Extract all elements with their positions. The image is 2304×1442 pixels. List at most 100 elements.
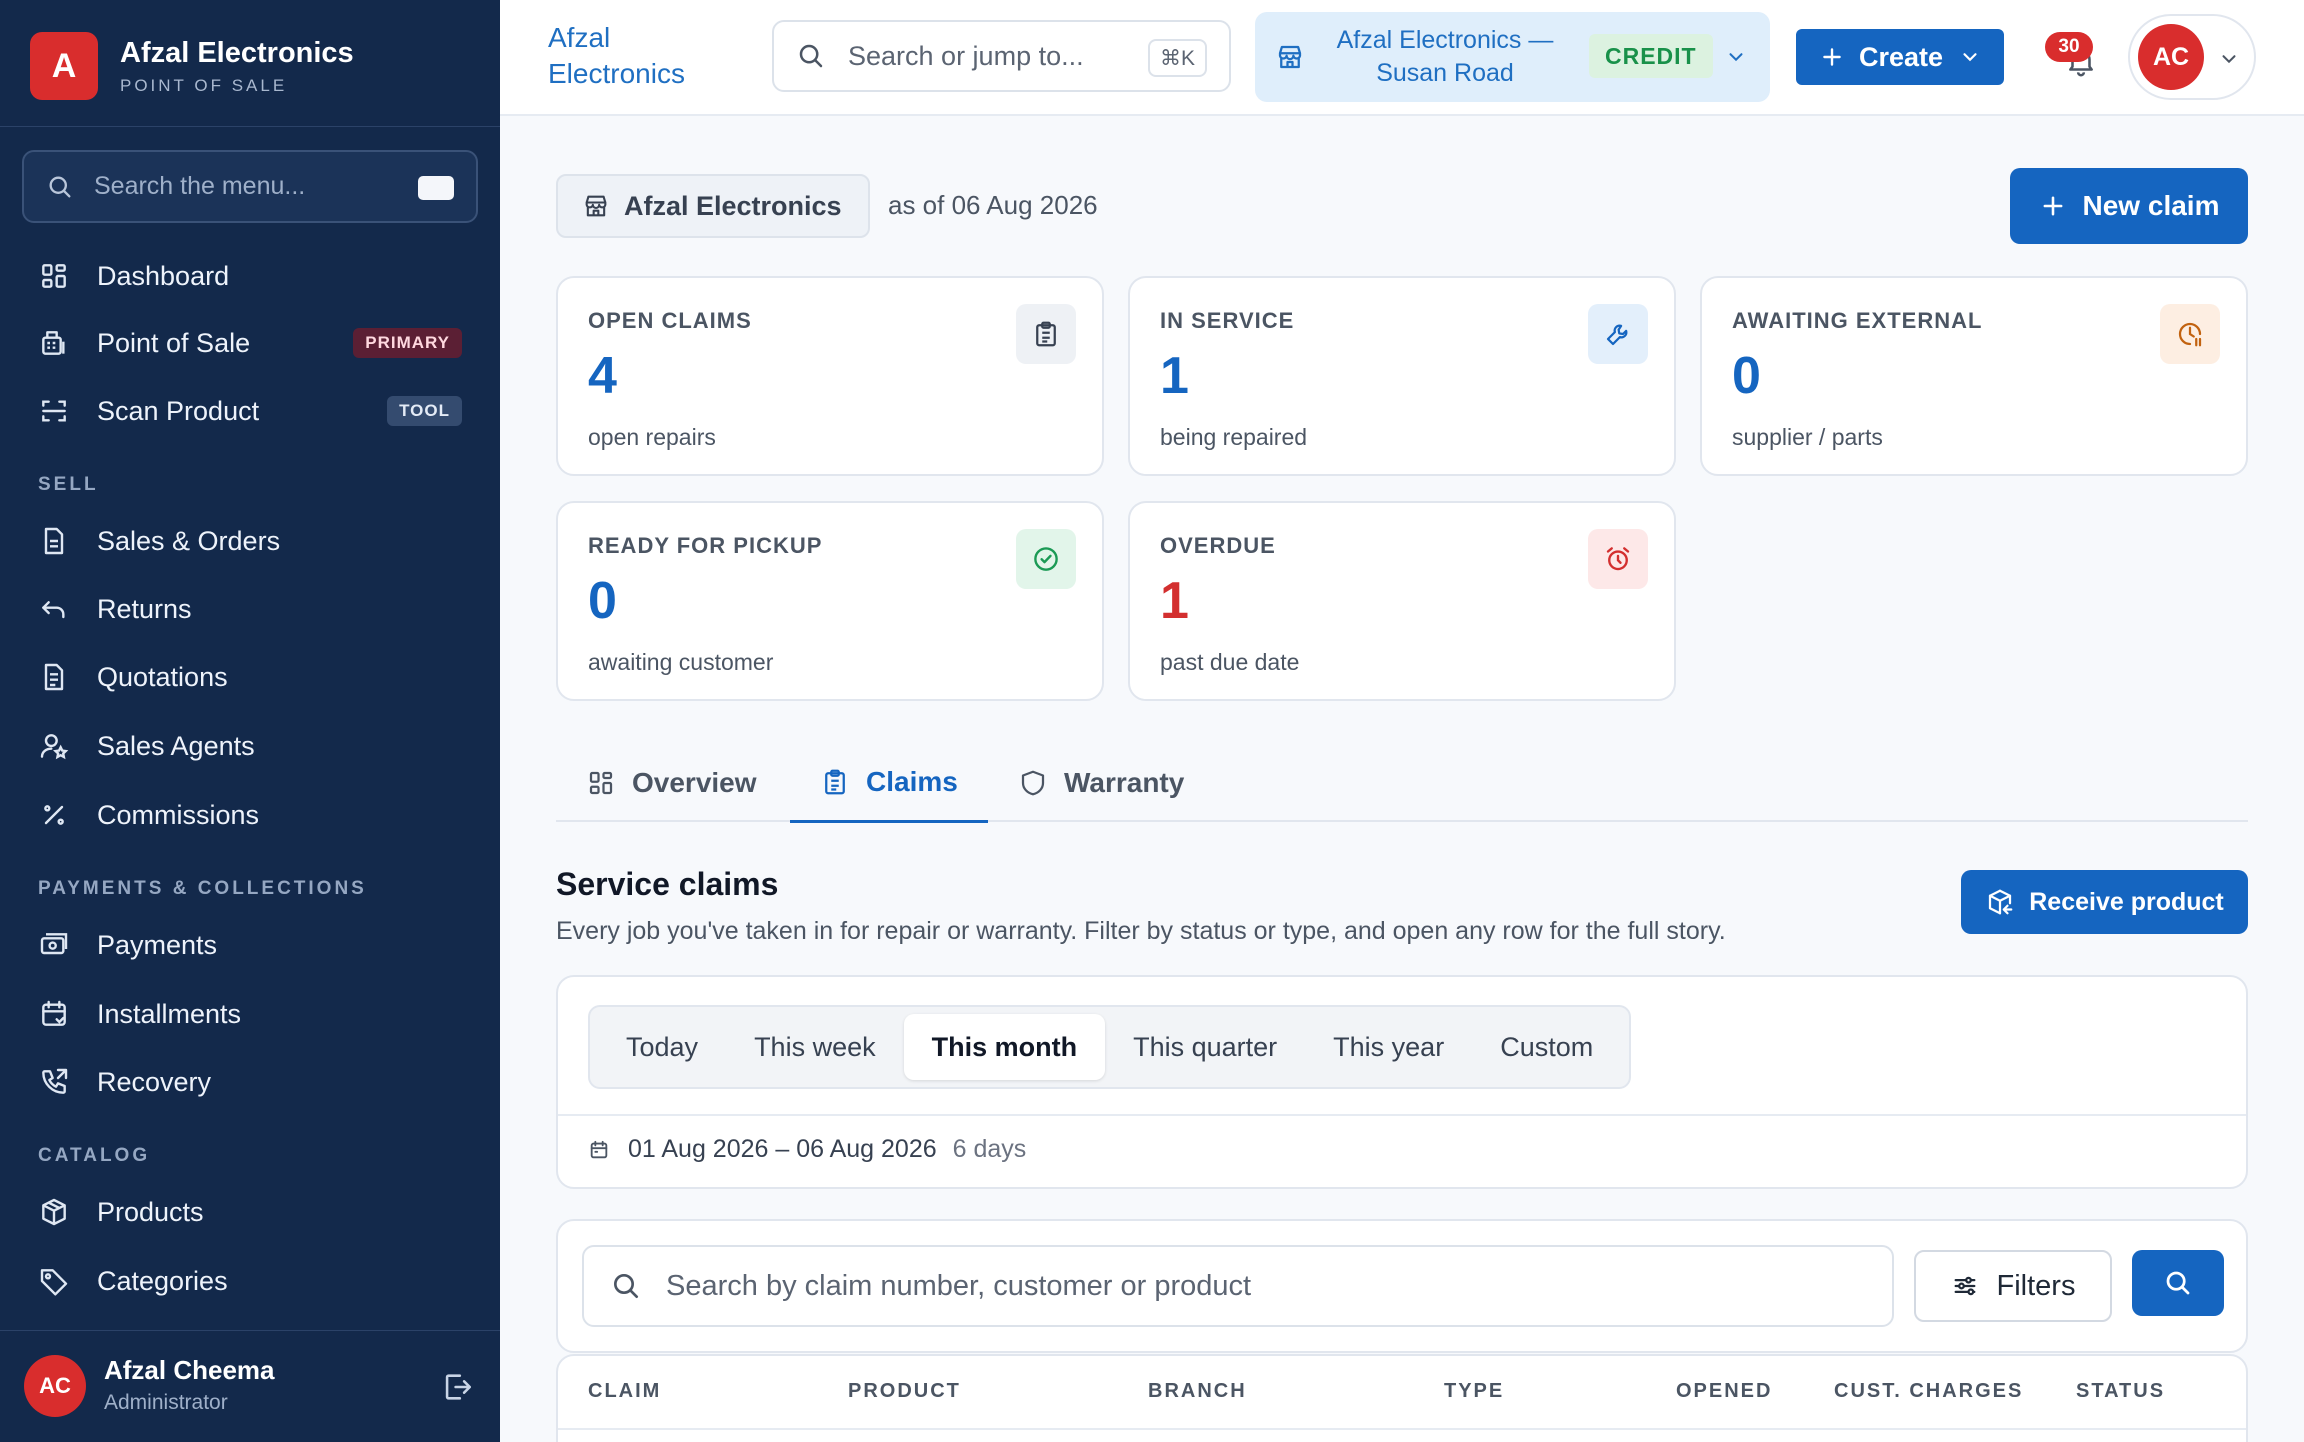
notification-badge: 30 (2045, 32, 2093, 62)
sidebar-item-label: Commissions (97, 799, 260, 830)
column-header-cust-charges[interactable]: CUST. CHARGES (1834, 1380, 2023, 1403)
sidebar-item-commissions[interactable]: Commissions (38, 790, 462, 840)
tab-label: Claims (866, 766, 958, 797)
column-header-type[interactable]: TYPE (1444, 1380, 1504, 1403)
sidebar-item-products[interactable]: Products (38, 1187, 462, 1237)
plus-icon (1823, 48, 1841, 66)
menu-search-input[interactable]: Search the menu... (22, 150, 478, 223)
return-icon (42, 601, 65, 619)
column-header-opened[interactable]: OPENED (1676, 1380, 1772, 1403)
period-filter-card: Today This week This month This quarter … (556, 975, 2248, 1189)
stat-card-awaiting-external[interactable]: AWAITING EXTERNAL 0 supplier / parts (1700, 276, 2248, 476)
tab-bar: Overview Claims Warranty (556, 744, 2248, 823)
branch-name: Afzal Electronics — Susan Road (1336, 26, 1554, 87)
profile-menu[interactable]: AC (2128, 14, 2256, 100)
stat-caption: awaiting customer (588, 649, 774, 675)
period-this-week[interactable]: This week (726, 1014, 904, 1080)
credit-badge: CREDIT (1589, 34, 1713, 78)
section-label-catalog: CATALOG (38, 1145, 151, 1166)
phone-icon (42, 1068, 68, 1094)
sidebar-item-point-of-sale[interactable]: Point of Sale PRIMARY (38, 318, 462, 368)
tab-label: Warranty (1064, 767, 1185, 798)
stat-card-overdue[interactable]: OVERDUE 1 past due date (1128, 501, 1676, 701)
date-range: 01 Aug 2026 – 06 Aug 2026 6 days (588, 1135, 1026, 1164)
payment-icon (40, 933, 68, 955)
sidebar-item-sales-agents[interactable]: Sales Agents (38, 721, 462, 771)
store-icon (1278, 45, 1302, 69)
sidebar-item-payments[interactable]: Payments (38, 920, 462, 970)
sidebar-item-quotations[interactable]: Quotations (38, 652, 462, 702)
shield-icon (1021, 770, 1045, 796)
period-this-quarter[interactable]: This quarter (1105, 1014, 1305, 1080)
create-label: Create (1858, 41, 1944, 72)
sidebar-item-returns[interactable]: Returns (38, 584, 462, 634)
sidebar-item-label: Sales Agents (97, 730, 255, 761)
new-claim-button[interactable]: New claim (2010, 168, 2248, 244)
sliders-icon (1954, 1276, 1975, 1296)
chevron-down-icon (1729, 53, 1743, 62)
tab-label: Overview (632, 767, 757, 798)
company-link[interactable]: Afzal Electronics (548, 20, 728, 92)
stat-title: OVERDUE (1160, 533, 1276, 558)
period-today[interactable]: Today (598, 1014, 726, 1080)
stat-caption: being repaired (1160, 424, 1308, 450)
period-custom[interactable]: Custom (1472, 1014, 1621, 1080)
sidebar-item-recovery[interactable]: Recovery (38, 1057, 462, 1107)
date-range-text: 01 Aug 2026 – 06 Aug 2026 (628, 1135, 937, 1163)
quote-icon (44, 663, 64, 691)
search-icon (2166, 1271, 2190, 1295)
chevron-down-icon (2222, 55, 2236, 64)
sidebar-item-scan-product[interactable]: Scan Product TOOL (38, 386, 462, 436)
sidebar-item-dashboard[interactable]: Dashboard (38, 251, 462, 301)
column-header-claim[interactable]: CLAIM (588, 1380, 661, 1403)
global-search-input[interactable]: Search or jump to... ⌘K (772, 20, 1231, 92)
stat-value: 4 (588, 347, 617, 405)
claim-search-input[interactable]: Search by claim number, customer or prod… (582, 1245, 1894, 1327)
tab-warranty[interactable]: Warranty (988, 744, 1214, 822)
tool-badge: TOOL (387, 396, 462, 426)
branch-selector[interactable]: Afzal Electronics — Susan Road CREDIT (1255, 12, 1770, 102)
clock-pause-icon (2178, 322, 2202, 347)
section-description: Every job you've taken in for repair or … (556, 917, 1726, 945)
tab-claims[interactable]: Claims (790, 744, 988, 823)
brand[interactable]: A Afzal Electronics POINT OF SALE (30, 32, 354, 100)
sidebar-item-installments[interactable]: Installments (38, 989, 462, 1039)
sidebar-item-sales-orders[interactable]: Sales & Orders (38, 516, 462, 566)
sidebar-item-categories[interactable]: Categories (38, 1256, 462, 1306)
search-icon (799, 44, 823, 68)
stat-card-in-service[interactable]: IN SERVICE 1 being repaired (1128, 276, 1676, 476)
tag-icon (40, 1269, 68, 1296)
sidebar-item-label: Sales & Orders (97, 525, 281, 556)
stat-title: AWAITING EXTERNAL (1732, 308, 1983, 333)
create-button[interactable]: Create (1796, 29, 2004, 85)
user-role: Administrator (104, 1391, 228, 1414)
receive-product-button[interactable]: Receive product (1961, 870, 2248, 934)
filters-label: Filters (1996, 1269, 2076, 1302)
sidebar-item-label: Returns (97, 593, 192, 624)
column-header-branch[interactable]: BRANCH (1148, 1380, 1247, 1403)
global-search-placeholder: Search or jump to... (848, 40, 1084, 71)
scan-icon (42, 400, 66, 422)
stat-card-ready-for-pickup[interactable]: READY FOR PICKUP 0 awaiting customer (556, 501, 1104, 701)
period-this-month[interactable]: This month (903, 1014, 1106, 1080)
filters-button[interactable]: Filters (1914, 1250, 2112, 1322)
sidebar-item-label: Recovery (97, 1066, 212, 1097)
search-submit-button[interactable] (2132, 1250, 2224, 1316)
sidebar-item-label: Products (97, 1196, 204, 1227)
stat-caption: past due date (1160, 649, 1300, 675)
column-header-status[interactable]: STATUS (2076, 1380, 2165, 1403)
claim-search-card: Search by claim number, customer or prod… (556, 1219, 2248, 1353)
sidebar-item-label: Point of Sale (97, 327, 251, 358)
period-this-year[interactable]: This year (1305, 1014, 1472, 1080)
primary-badge: PRIMARY (353, 328, 462, 358)
clipboard-icon (825, 769, 845, 795)
box-receive-icon (1989, 889, 2013, 915)
stat-card-open-claims[interactable]: OPEN CLAIMS 4 open repairs (556, 276, 1104, 476)
brand-logo: A (30, 32, 98, 100)
logout-icon[interactable] (440, 1370, 474, 1404)
avatar[interactable]: AC (24, 1355, 86, 1417)
search-icon (614, 1274, 638, 1298)
tab-overview[interactable]: Overview (556, 744, 787, 822)
sidebar-item-label: Quotations (97, 661, 228, 692)
column-header-product[interactable]: PRODUCT (848, 1380, 961, 1403)
